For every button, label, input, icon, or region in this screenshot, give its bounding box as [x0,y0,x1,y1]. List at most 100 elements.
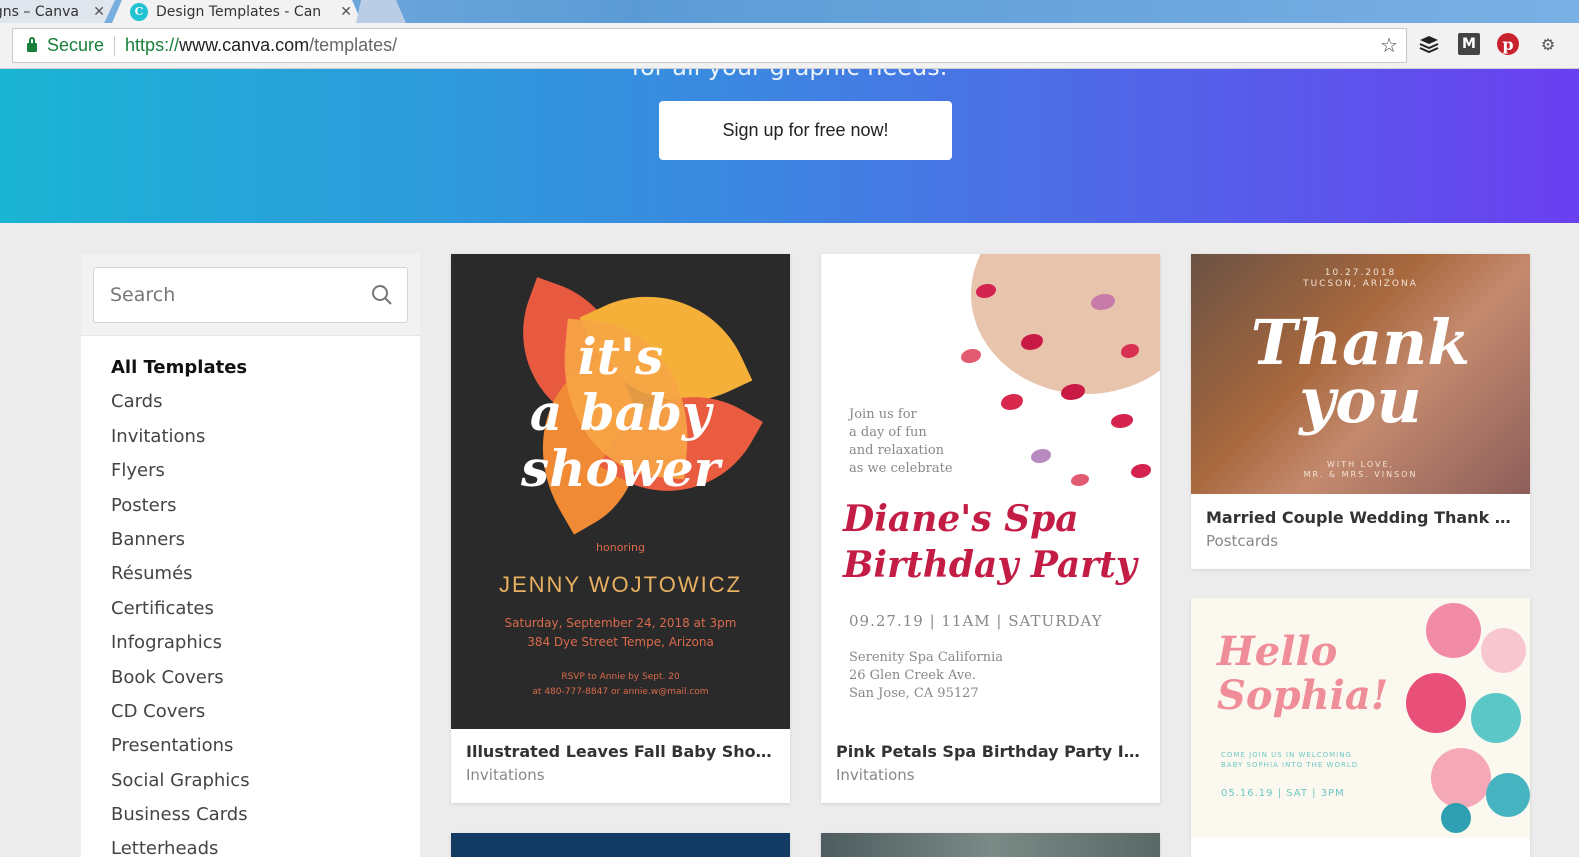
template-thumbnail[interactable]: Join us for a day of fun and relaxation … [821,254,1160,729]
art-detail: 384 Dye Street Tempe, Arizona [527,635,714,649]
template-card[interactable] [821,833,1160,857]
search-icon[interactable] [371,284,393,306]
art-address-line: Serenity Spa California [849,650,1003,665]
category-certificates[interactable]: Certificates [111,595,250,629]
search-container [81,254,420,336]
template-title[interactable]: Illustrated Leaves Fall Baby Shower I... [466,742,775,764]
art-address: Serenity Spa California 26 Glen Creek Av… [849,649,1003,703]
template-title[interactable]: Married Couple Wedding Thank You ... [1206,508,1515,530]
art-rsvp: at 480-777-8847 or annie.w@mail.com [532,687,709,697]
template-card[interactable]: 10.27.2018 TUCSON, ARIZONA Thank you WIT… [1191,254,1530,569]
category-social-graphics[interactable]: Social Graphics [111,767,250,801]
art-date-line: 10.27.2018 [1324,268,1397,278]
flower-decoration [1431,748,1491,808]
tab-label: Design Templates - Canv [156,3,321,20]
art-address-line: San Jose, CA 95127 [849,686,979,701]
category-all-templates[interactable]: All Templates [111,354,250,388]
template-thumbnail[interactable]: it's a baby shower honoring JENNY WOJTOW… [451,254,790,729]
art-headline-line: Sophia! [1217,672,1389,719]
close-icon[interactable]: ✕ [340,4,352,20]
art-subtext-line: BABY SOPHIA INTO THE WORLD [1221,761,1359,769]
template-info: Illustrated Leaves Fall Baby Shower I...… [451,742,790,803]
flower-decoration [1471,693,1521,743]
template-card[interactable]: it's a baby shower honoring JENNY WOJTOW… [451,254,790,803]
url-text[interactable]: https://www.canva.com/templates/ [125,35,397,56]
category-resumes[interactable]: Résumés [111,560,250,594]
url-host: www.canva.com [179,35,310,55]
art-location-line: TUCSON, ARIZONA [1303,279,1418,289]
art-location: 10.27.2018 TUCSON, ARIZONA [1191,268,1530,290]
category-posters[interactable]: Posters [111,492,250,526]
art-address-line: 26 Glen Creek Ave. [849,668,977,683]
category-list: All Templates Cards Invitations Flyers P… [111,354,250,857]
category-banners[interactable]: Banners [111,526,250,560]
art-name: JENNY WOJTOWICZ [498,572,743,597]
category-cards[interactable]: Cards [111,388,250,422]
petal-decoration [1131,464,1151,478]
buffer-extension-icon[interactable] [1418,33,1440,55]
pinterest-extension-icon[interactable]: p [1497,33,1519,55]
template-thumbnail[interactable]: Hello Sophia! COME JOIN US IN WELCOMING … [1191,598,1530,838]
art-join-text: Join us for a day of fun and relaxation … [849,406,953,478]
category-book-covers[interactable]: Book Covers [111,664,250,698]
address-bar[interactable]: Secure https://www.canva.com/templates/ … [12,28,1407,63]
flower-decoration [1426,603,1481,658]
browser-tab-designs[interactable]: igns – Canva ✕ [0,0,115,23]
bookmark-star-icon[interactable]: ☆ [1380,33,1398,57]
lock-icon [27,37,37,52]
petal-decoration [961,349,981,363]
category-business-cards[interactable]: Business Cards [111,801,250,835]
petal-decoration [1071,474,1089,486]
category-presentations[interactable]: Presentations [111,732,250,766]
tab-label: igns – Canva [0,3,79,20]
petal-decoration [1031,449,1051,463]
new-tab-button[interactable] [356,0,406,23]
feet-illustration [971,254,1160,394]
template-category[interactable]: Postcards [1206,532,1515,550]
category-infographics[interactable]: Infographics [111,629,250,663]
art-headline-line: Diane's Spa [843,498,1079,540]
close-icon[interactable]: ✕ [93,4,105,20]
browser-toolbar: Secure https://www.canva.com/templates/ … [0,23,1579,69]
art-subtext-line: COME JOIN US IN WELCOMING [1221,751,1352,759]
signup-button[interactable]: Sign up for free now! [659,101,952,160]
art-subtext: COME JOIN US IN WELCOMING BABY SOPHIA IN… [1221,750,1358,770]
hero-banner: for all your graphic needs. Sign up for … [0,69,1579,223]
browser-tabstrip: igns – Canva ✕ C Design Templates - Canv… [0,0,1579,23]
art-rsvp: RSVP to Annie by Sept. 20 [561,672,680,682]
template-card[interactable]: Hello Sophia! COME JOIN US IN WELCOMING … [1191,598,1530,857]
template-card[interactable]: Join us for a day of fun and relaxation … [821,254,1160,803]
template-category[interactable]: Invitations [836,766,1145,784]
template-info: Pink Petals Spa Birthday Party Invita...… [821,742,1160,803]
template-category[interactable]: Invitations [466,766,775,784]
secure-label: Secure [47,35,105,55]
art-names-line: MR. & MRS. VINSON [1303,470,1418,479]
category-invitations[interactable]: Invitations [111,423,250,457]
template-card[interactable] [451,833,790,857]
template-title[interactable]: Pink Petals Spa Birthday Party Invita... [836,742,1145,764]
category-flyers[interactable]: Flyers [111,457,250,491]
browser-tab-templates[interactable]: C Design Templates - Canv ✕ [112,0,362,23]
art-join-line: and relaxation [849,443,945,458]
search-input[interactable] [94,268,354,322]
gmail-extension-icon[interactable]: M [1458,33,1480,55]
category-letterheads[interactable]: Letterheads [111,835,250,857]
flower-decoration [1481,628,1526,673]
sidebar: All Templates Cards Invitations Flyers P… [81,254,420,857]
art-join-line: Join us for [849,407,917,422]
template-thumbnail[interactable]: 10.27.2018 TUCSON, ARIZONA Thank you WIT… [1191,254,1530,494]
flower-decoration [1406,673,1466,733]
art-script-line: it's [577,327,664,386]
art-date: 05.16.19 | SAT | 3PM [1221,788,1345,799]
search-box [93,267,408,323]
art-join-line: a day of fun [849,425,927,440]
category-cd-covers[interactable]: CD Covers [111,698,250,732]
hero-subtitle: for all your graphic needs. [0,69,1579,81]
petal-decoration [1001,394,1023,410]
flower-decoration [1486,773,1530,817]
extension-icon[interactable]: ⚙ [1537,33,1559,55]
art-honoring: honoring [596,541,645,554]
art-signoff: WITH LOVE, MR. & MRS. VINSON [1191,460,1530,480]
art-headline-line: you [1299,364,1422,437]
divider [114,35,116,56]
